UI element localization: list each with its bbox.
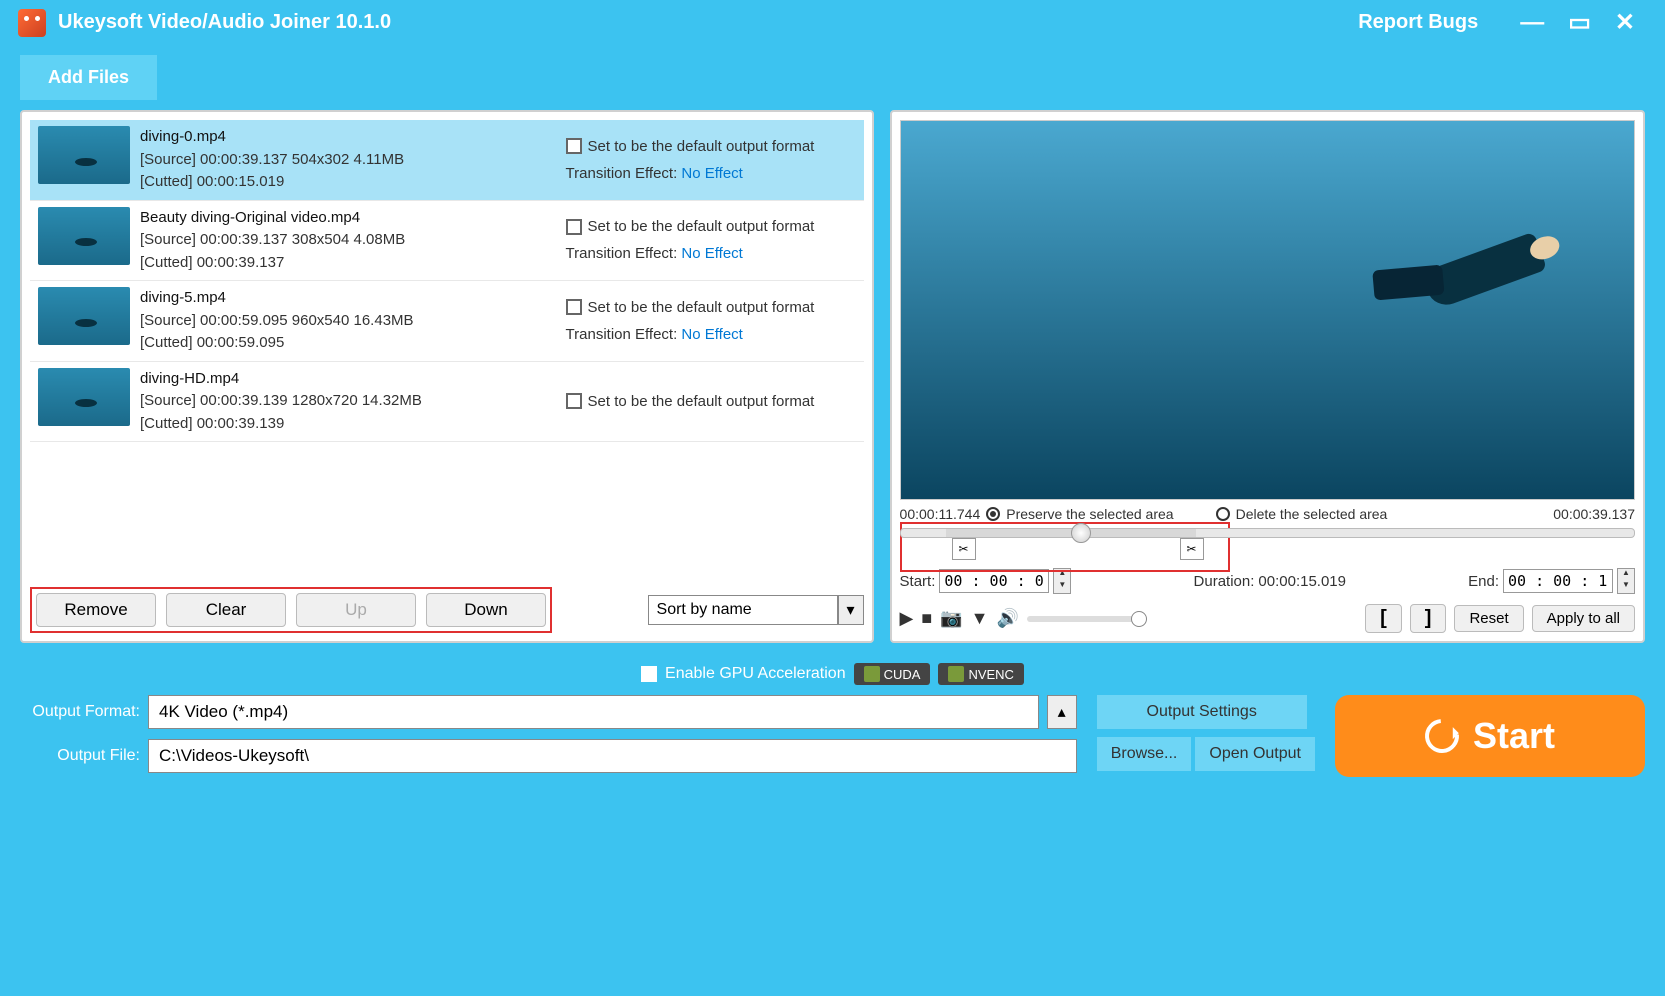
gpu-label: Enable GPU Acceleration: [665, 665, 846, 683]
transition-label: Transition Effect:: [566, 326, 678, 343]
play-icon[interactable]: ▶: [900, 608, 914, 629]
stop-icon[interactable]: ■: [921, 608, 932, 629]
close-button[interactable]: ✕: [1615, 8, 1635, 37]
reset-button[interactable]: Reset: [1454, 605, 1523, 632]
output-format-dropdown[interactable]: ▴: [1047, 695, 1077, 729]
clear-button[interactable]: Clear: [166, 593, 286, 627]
file-name: diving-0.mp4: [140, 126, 404, 149]
start-icon: [1418, 712, 1466, 760]
duration-label: Duration:: [1194, 573, 1255, 590]
end-time-input[interactable]: [1503, 569, 1613, 593]
transition-effect-link[interactable]: No Effect: [681, 165, 742, 182]
mark-out-button[interactable]: ]: [1410, 604, 1447, 633]
duration-value: 00:00:15.019: [1258, 573, 1346, 590]
total-time: 00:00:39.137: [1553, 506, 1635, 522]
file-cutted-info: [Cutted] 00:00:39.137: [140, 252, 405, 275]
cuda-badge: CUDA: [854, 663, 931, 685]
output-file-input[interactable]: [148, 739, 1077, 773]
app-logo: [18, 9, 46, 37]
browse-button[interactable]: Browse...: [1097, 737, 1192, 771]
end-stepper[interactable]: ▲▼: [1617, 568, 1635, 594]
file-name: diving-5.mp4: [140, 287, 414, 310]
remove-button[interactable]: Remove: [36, 593, 156, 627]
preserve-label: Preserve the selected area: [1006, 506, 1173, 522]
up-button[interactable]: Up: [296, 593, 416, 627]
output-format-label: Output Format:: [20, 703, 140, 721]
transition-label: Transition Effect:: [566, 165, 678, 182]
maximize-button[interactable]: ▭: [1568, 8, 1591, 37]
file-cutted-info: [Cutted] 00:00:59.095: [140, 332, 414, 355]
file-item[interactable]: diving-5.mp4 [Source] 00:00:59.095 960x5…: [30, 281, 864, 362]
nvenc-badge: NVENC: [938, 663, 1024, 685]
file-thumbnail: [38, 126, 130, 184]
snapshot-menu-icon[interactable]: ▼: [971, 608, 989, 629]
open-output-button[interactable]: Open Output: [1195, 737, 1315, 771]
end-label: End:: [1468, 573, 1499, 590]
output-settings-button[interactable]: Output Settings: [1097, 695, 1307, 729]
app-title: Ukeysoft Video/Audio Joiner 10.1.0: [58, 11, 391, 34]
snapshot-icon[interactable]: 📷: [940, 608, 962, 629]
transition-label: Transition Effect:: [566, 245, 678, 262]
default-format-label: Set to be the default output format: [588, 218, 815, 235]
default-format-checkbox[interactable]: [566, 138, 582, 154]
start-label: Start:: [900, 573, 936, 590]
transition-effect-link[interactable]: No Effect: [681, 245, 742, 262]
file-item[interactable]: diving-0.mp4 [Source] 00:00:39.137 504x3…: [30, 120, 864, 201]
minimize-button[interactable]: —: [1520, 9, 1544, 37]
seek-thumb[interactable]: [1071, 523, 1091, 543]
default-format-checkbox[interactable]: [566, 219, 582, 235]
trim-end-handle[interactable]: ✂: [1180, 538, 1204, 560]
default-format-checkbox[interactable]: [566, 299, 582, 315]
default-format-label: Set to be the default output format: [588, 299, 815, 316]
apply-all-button[interactable]: Apply to all: [1532, 605, 1635, 632]
start-time-input[interactable]: [939, 569, 1049, 593]
volume-icon[interactable]: 🔊: [997, 608, 1019, 629]
file-thumbnail: [38, 287, 130, 345]
video-preview[interactable]: [900, 120, 1635, 500]
default-format-label: Set to be the default output format: [588, 138, 815, 155]
sort-dropdown-button[interactable]: ▾: [838, 595, 864, 625]
file-item[interactable]: Beauty diving-Original video.mp4 [Source…: [30, 201, 864, 282]
seek-track[interactable]: [900, 528, 1635, 538]
transition-effect-link[interactable]: No Effect: [681, 326, 742, 343]
start-button[interactable]: Start: [1335, 695, 1645, 777]
current-time: 00:00:11.744: [900, 506, 981, 522]
default-format-checkbox[interactable]: [566, 393, 582, 409]
volume-slider[interactable]: [1027, 616, 1147, 622]
file-source-info: [Source] 00:00:39.137 308x504 4.08MB: [140, 229, 405, 252]
file-cutted-info: [Cutted] 00:00:39.139: [140, 413, 422, 436]
file-item[interactable]: diving-HD.mp4 [Source] 00:00:39.139 1280…: [30, 362, 864, 443]
output-format-input[interactable]: [148, 695, 1039, 729]
file-source-info: [Source] 00:00:39.137 504x302 4.11MB: [140, 149, 404, 172]
preserve-radio[interactable]: [986, 507, 1000, 521]
preview-panel: 00:00:11.744 Preserve the selected area …: [890, 110, 1645, 643]
trim-start-handle[interactable]: ✂: [952, 538, 976, 560]
file-thumbnail: [38, 207, 130, 265]
add-files-button[interactable]: Add Files: [20, 55, 157, 100]
down-button[interactable]: Down: [426, 593, 546, 627]
default-format-label: Set to be the default output format: [588, 393, 815, 410]
report-bugs-link[interactable]: Report Bugs: [1358, 11, 1478, 34]
file-name: Beauty diving-Original video.mp4: [140, 207, 405, 230]
output-file-label: Output File:: [20, 747, 140, 765]
file-cutted-info: [Cutted] 00:00:15.019: [140, 171, 404, 194]
gpu-checkbox[interactable]: [641, 666, 657, 682]
file-list-panel: diving-0.mp4 [Source] 00:00:39.137 504x3…: [20, 110, 874, 643]
file-thumbnail: [38, 368, 130, 426]
delete-label: Delete the selected area: [1236, 506, 1388, 522]
sort-select[interactable]: [648, 595, 838, 625]
delete-radio[interactable]: [1216, 507, 1230, 521]
file-name: diving-HD.mp4: [140, 368, 422, 391]
mark-in-button[interactable]: [: [1365, 604, 1402, 633]
start-stepper[interactable]: ▲▼: [1053, 568, 1071, 594]
file-source-info: [Source] 00:00:39.139 1280x720 14.32MB: [140, 390, 422, 413]
list-action-highlight: Remove Clear Up Down: [30, 587, 552, 633]
file-source-info: [Source] 00:00:59.095 960x540 16.43MB: [140, 310, 414, 333]
